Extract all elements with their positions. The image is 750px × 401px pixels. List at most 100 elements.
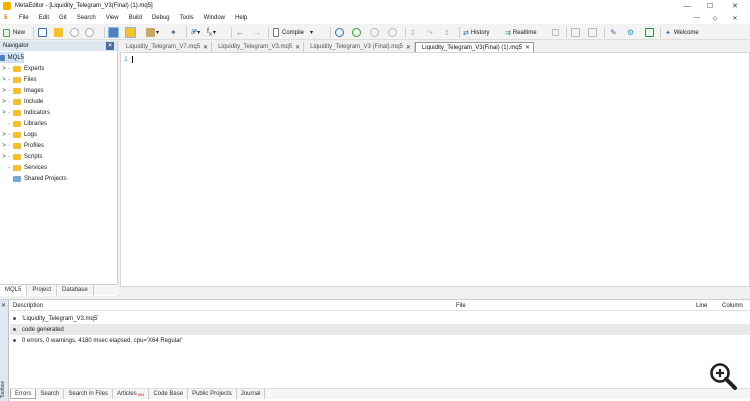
- tab-search[interactable]: Search: [36, 389, 65, 399]
- expand-icon[interactable]: >: [0, 77, 8, 83]
- compile-button[interactable]: Compile ▾: [273, 27, 313, 38]
- tab-journal[interactable]: Journal: [237, 389, 266, 399]
- expand-icon[interactable]: >: [0, 110, 8, 116]
- new-doc-button[interactable]: [38, 27, 47, 38]
- settings-button[interactable]: ⚙: [627, 27, 634, 38]
- tab-search-in-files[interactable]: Search in Files: [64, 389, 114, 399]
- info-icon: [13, 317, 16, 320]
- pause-button[interactable]: [370, 27, 379, 38]
- navigator-close-button[interactable]: ✕: [106, 42, 114, 50]
- tree-item-include[interactable]: > - Include: [0, 96, 117, 107]
- history-button[interactable]: ⇄ History: [463, 27, 490, 38]
- tree-item-services[interactable]: - Services: [0, 162, 117, 173]
- expand-icon[interactable]: >: [0, 99, 8, 105]
- realtime-button[interactable]: ⇉ Realtime: [505, 27, 537, 38]
- doc-close-button[interactable]: ✕: [726, 13, 744, 23]
- menu-debug[interactable]: Debug: [147, 15, 175, 21]
- doc-tab[interactable]: Liquidity_Telegram_V3 (Final).mq5 ✕: [304, 42, 415, 52]
- back-button[interactable]: ←: [236, 27, 244, 38]
- history-circle-button[interactable]: [70, 27, 79, 38]
- tab-errors[interactable]: Errors: [10, 389, 37, 399]
- menu-tools[interactable]: Tools: [175, 15, 199, 21]
- close-tab-icon[interactable]: ✕: [295, 44, 300, 51]
- stop-button[interactable]: [388, 27, 397, 38]
- tree-item-images[interactable]: > - Images: [0, 85, 117, 96]
- welcome-button[interactable]: ✦ Welcome: [665, 27, 699, 38]
- save-button[interactable]: [85, 27, 94, 38]
- expand-icon[interactable]: >: [0, 132, 8, 138]
- step-over-button[interactable]: ↷: [427, 27, 433, 38]
- expand-icon[interactable]: >: [0, 66, 8, 72]
- menu-git[interactable]: Git: [54, 15, 72, 21]
- tab-project[interactable]: Project: [27, 284, 58, 296]
- doc-restore-button[interactable]: ◇: [706, 13, 724, 23]
- forward-button[interactable]: →: [253, 27, 261, 38]
- zoom-in-icon[interactable]: [708, 361, 738, 391]
- styler-button[interactable]: ✦: [170, 27, 179, 38]
- open-button[interactable]: [54, 27, 63, 38]
- tree-item-experts[interactable]: > - Experts: [0, 63, 117, 74]
- tree-item-shared-projects[interactable]: Shared Projects: [0, 173, 117, 184]
- result-row[interactable]: 'Liquidity_Telegram_V3.mq5': [10, 313, 750, 324]
- tree-item-files[interactable]: > - Files: [0, 74, 117, 85]
- paste-doc-button[interactable]: [588, 27, 597, 38]
- menu-help[interactable]: Help: [230, 15, 252, 21]
- paste-button[interactable]: ▾: [146, 27, 159, 38]
- doc-tab[interactable]: Liquidity_Telegram_V7.mq5 ✕: [120, 42, 213, 52]
- menu-build[interactable]: Build: [124, 15, 147, 21]
- doc-tab-active[interactable]: Liquidity_Telegram_V3(Final) (1).mq5 ✕: [414, 42, 534, 52]
- insert-button[interactable]: 𝓟 ▾: [191, 27, 200, 38]
- tab-articles[interactable]: Articles 888: [113, 389, 150, 399]
- function-button[interactable]: fx ▾: [207, 27, 216, 38]
- col-column[interactable]: Column: [722, 303, 743, 309]
- tree-item-libraries[interactable]: - Libraries: [0, 118, 117, 129]
- tree-item-scripts[interactable]: > - Scripts: [0, 151, 117, 162]
- close-tab-icon[interactable]: ✕: [203, 44, 208, 51]
- start-button[interactable]: [352, 27, 361, 38]
- copy-button[interactable]: [571, 27, 580, 38]
- expand-icon[interactable]: >: [0, 154, 8, 160]
- close-button[interactable]: ✕: [724, 0, 746, 12]
- folder-icon: [13, 120, 21, 127]
- close-tab-icon[interactable]: ✕: [406, 44, 411, 51]
- tree-root-mql5[interactable]: MQL5: [0, 52, 24, 63]
- step-out-button[interactable]: ↥: [444, 27, 450, 38]
- minimize-button[interactable]: —: [676, 0, 698, 12]
- tree-item-profiles[interactable]: > - Profiles: [0, 140, 117, 151]
- new-button[interactable]: New: [3, 27, 25, 38]
- menu-search[interactable]: Search: [72, 15, 101, 21]
- code-editor[interactable]: 1: [120, 52, 750, 287]
- edit-button[interactable]: ✎: [610, 27, 617, 38]
- toolbox-close-button[interactable]: ✕: [1, 302, 6, 309]
- horizontal-scrollbar[interactable]: [120, 287, 750, 296]
- result-row[interactable]: 0 errors, 0 warnings, 4180 msec elapsed,…: [10, 335, 750, 346]
- tab-public-projects[interactable]: Public Projects: [188, 389, 237, 399]
- stop-profiling-button[interactable]: [552, 27, 559, 38]
- menu-file[interactable]: File: [14, 15, 34, 21]
- tree-item-indicators[interactable]: > - Indicators: [0, 107, 117, 118]
- terminal-button[interactable]: [645, 27, 654, 38]
- menu-view[interactable]: View: [101, 15, 124, 21]
- close-tab-icon[interactable]: ✕: [525, 44, 530, 51]
- tree-item-logs[interactable]: > - Logs: [0, 129, 117, 140]
- step-into-button[interactable]: ↧: [410, 27, 416, 38]
- menu-edit[interactable]: Edit: [34, 15, 54, 21]
- menu-window[interactable]: Window: [199, 15, 230, 21]
- folder-icon: [13, 109, 21, 116]
- doc-tab[interactable]: Liquidity_Telegram_V3.mq5 ✕: [212, 42, 305, 52]
- col-description[interactable]: Description: [13, 303, 43, 309]
- expand-icon[interactable]: >: [0, 88, 8, 94]
- tab-code-base[interactable]: Code Base: [149, 389, 189, 399]
- tab-mql5[interactable]: MQL5: [0, 284, 28, 296]
- toggle-navigator-button[interactable]: [108, 27, 119, 38]
- toggle-toolbox-button[interactable]: [125, 27, 136, 38]
- debug-start-button[interactable]: [335, 27, 344, 38]
- folder-icon: [13, 131, 21, 138]
- result-row[interactable]: code generated: [10, 324, 750, 335]
- expand-icon[interactable]: >: [0, 143, 8, 149]
- tab-database[interactable]: Database: [57, 284, 94, 296]
- maximize-button[interactable]: ☐: [699, 0, 721, 12]
- col-file[interactable]: File: [456, 303, 466, 309]
- doc-minimize-button[interactable]: —: [688, 13, 706, 23]
- col-line[interactable]: Line: [696, 303, 707, 309]
